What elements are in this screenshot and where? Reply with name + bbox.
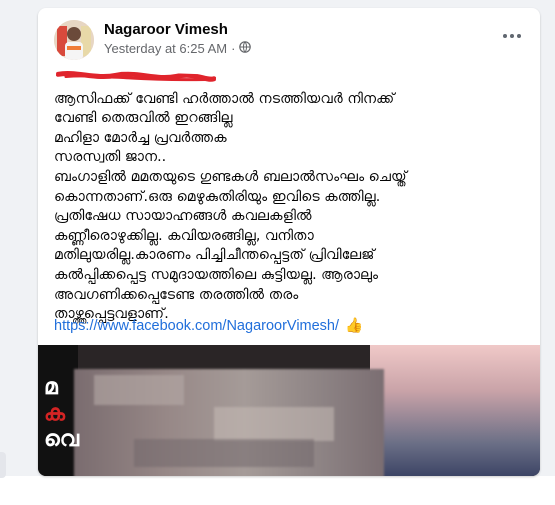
media-overlay-text: മ ക വെ bbox=[44, 375, 79, 453]
post-text-line: സരസ്വതി ജാന.. bbox=[54, 149, 167, 166]
post-meta: Yesterday at 6:25 AM · bbox=[104, 41, 252, 56]
post-text-line: പ്രതിഷേധ സായാഹ്നങ്ങൾ കവലകളിൽ bbox=[54, 208, 312, 225]
post-text-line: മഹിളാ മോർച്ച പ്രവർത്തക bbox=[54, 129, 227, 146]
redacted-line bbox=[54, 70, 524, 90]
post-text-line: അവഗണിക്കപ്പെടേണ്ട തരത്തിൽ തരം bbox=[54, 286, 299, 303]
media-overlay-char: മ bbox=[44, 375, 58, 400]
post-text-line: ആസിഫക്ക് വേണ്ടി ഹർത്താൽ നടത്തിയവർ നിനക്ക… bbox=[54, 90, 395, 107]
avatar-image bbox=[54, 20, 94, 60]
media-overlay-char: വെ bbox=[44, 427, 80, 452]
post-link[interactable]: https://www.facebook.com/NagaroorVimesh/ bbox=[54, 318, 339, 334]
post-media[interactable]: മ ക വെ bbox=[38, 345, 540, 476]
media-right-panel bbox=[370, 345, 540, 476]
post-text: ആസിഫക്ക് വേണ്ടി ഹർത്താൽ നടത്തിയവർ നിനക്ക… bbox=[54, 70, 524, 325]
post-card: Nagaroor Vimesh Yesterday at 6:25 AM · ആ… bbox=[38, 8, 540, 476]
media-blurred-area bbox=[74, 369, 384, 476]
avatar[interactable] bbox=[54, 20, 94, 60]
more-options-icon[interactable] bbox=[498, 26, 526, 46]
globe-icon[interactable] bbox=[239, 41, 252, 56]
post-link-row: https://www.facebook.com/NagaroorVimesh/… bbox=[54, 317, 364, 335]
post-text-line: വേണ്ടി തെരുവിൽ ഇറങ്ങില്ല bbox=[54, 110, 233, 127]
post-text-line: മതിലുയരില്ല.കാരണം പിച്ചിചീന്തപ്പെട്ടത് പ… bbox=[54, 247, 375, 264]
thumbs-up-icon: 👍 bbox=[345, 318, 364, 334]
page-bottom-area bbox=[0, 476, 555, 505]
media-overlay-char: ക bbox=[44, 401, 65, 426]
meta-separator: · bbox=[231, 41, 236, 56]
post-header: Nagaroor Vimesh Yesterday at 6:25 AM · bbox=[38, 8, 540, 64]
post-text-line: കൽപ്പിക്കപ്പെട്ട സമുദായത്തിലെ കുട്ടിയല്ല… bbox=[54, 266, 379, 283]
post-text-line: കൊന്നതാണ്.ഒരു മെഴുകുതിരിയും ഇവിടെ കത്തില… bbox=[54, 188, 381, 205]
post-text-line: ബംഗാളിൽ മമതയുടെ ഗുണ്ടകൾ ബലാൽസംഘം ചെയ്ത് bbox=[54, 168, 407, 185]
author-name[interactable]: Nagaroor Vimesh bbox=[104, 21, 228, 38]
post-text-line: കണ്ണീരൊഴുക്കില്ല. കവിയരങ്ങില്ല, വനിതാ bbox=[54, 227, 314, 244]
post-timestamp[interactable]: Yesterday at 6:25 AM bbox=[104, 41, 227, 56]
left-edge-tab[interactable] bbox=[0, 452, 6, 478]
